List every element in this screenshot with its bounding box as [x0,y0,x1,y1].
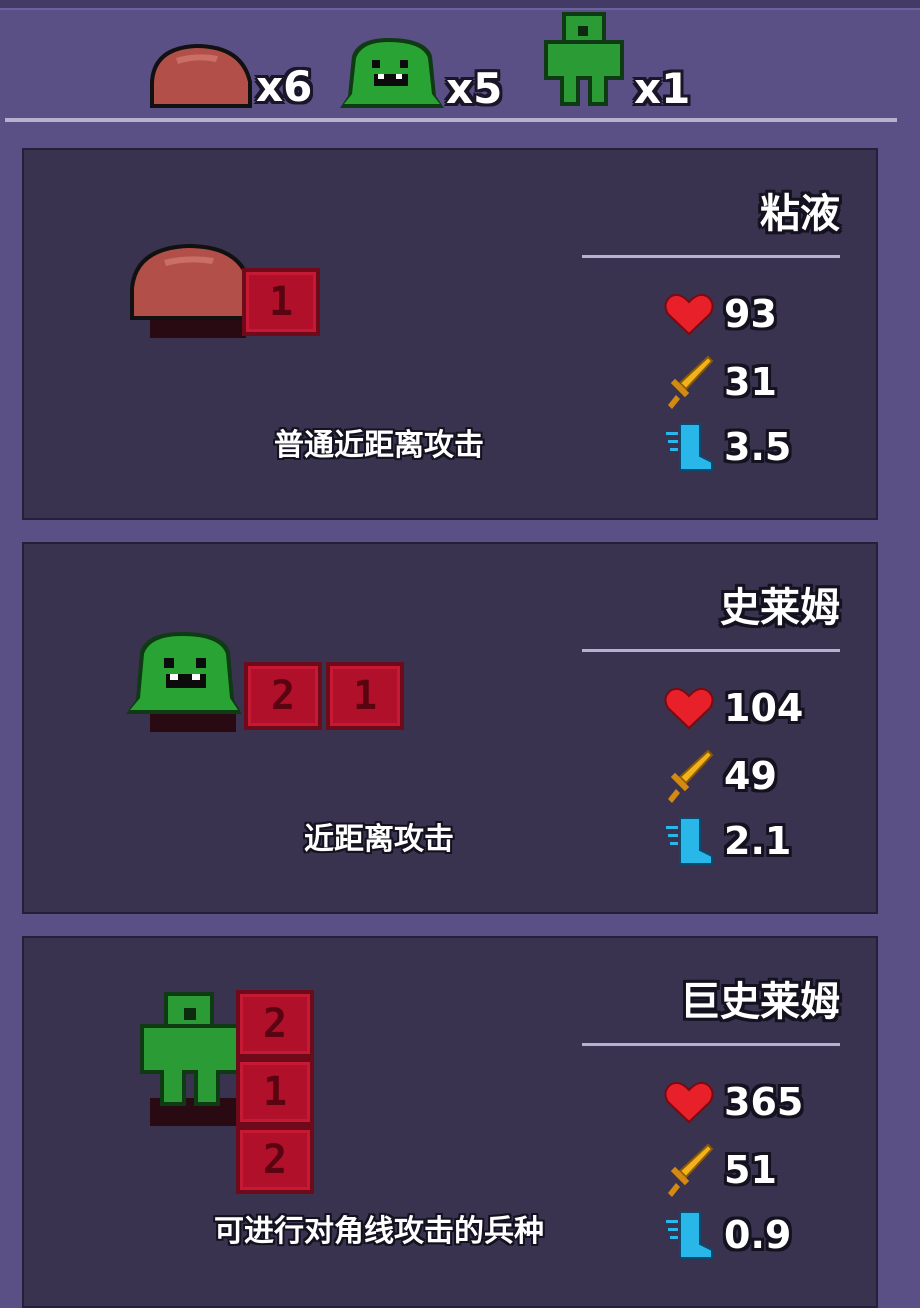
green-slime-icon [126,632,242,714]
red-slime-icon [130,244,252,320]
attack-range-tile: 2 [236,1126,314,1194]
heart-icon [664,687,714,730]
attack-range-tile: 1 [242,268,320,336]
hp-value: 104 [724,686,804,730]
unit-card-green-slime[interactable]: 2 1 史莱姆 104 49 2.1 近距离攻击 [22,542,878,914]
speed-value: 0.9 [724,1213,792,1257]
giant-slime-icon [140,992,240,1106]
speed-value: 2.1 [724,819,792,863]
heart-icon [664,1081,714,1124]
name-divider [582,1043,840,1046]
attack-stat: 49 [664,749,777,803]
red-slime-icon [150,44,252,108]
unit-count-giant-slime: x1 [534,10,690,110]
boot-icon [666,817,713,865]
hp-value: 93 [724,292,777,336]
attack-stat: 31 [664,355,777,409]
green-slime-count: x5 [446,64,503,113]
green-slime-icon [340,38,444,108]
unit-description: 可进行对角线攻击的兵种 [214,1214,544,1249]
boot-icon [666,423,713,471]
attack-range-tile: 1 [326,662,404,730]
unit-count-green-slime: x5 [338,36,502,110]
hp-value: 365 [724,1080,804,1124]
hp-stat: 93 [664,292,777,336]
attack-value: 51 [724,1148,777,1192]
name-divider [582,649,840,652]
giant-slime-icon [544,12,624,106]
hp-stat: 104 [664,686,803,730]
attack-value: 31 [724,360,777,404]
unit-card-giant-slime[interactable]: 2 1 2 巨史莱姆 365 51 0.9 可进行对角线攻击的兵种 [22,936,878,1308]
sword-icon [668,1143,714,1197]
red-slime-count: x6 [256,62,313,111]
name-divider [582,255,840,258]
unit-card-slime[interactable]: 1 粘液 93 31 3.5 普通近距离攻击 [22,148,878,520]
sword-icon [668,355,714,409]
speed-value: 3.5 [724,425,792,469]
unit-description: 普通近距离攻击 [274,428,484,463]
speed-stat: 3.5 [664,422,791,472]
speed-stat: 0.9 [664,1210,791,1260]
unit-name: 史莱姆 [720,585,840,631]
sword-icon [668,749,714,803]
unit-count-bar: x6 x5 x1 [0,10,920,120]
giant-slime-count: x1 [634,64,691,113]
attack-range-tile: 1 [236,1058,314,1126]
unit-name: 粘液 [760,191,840,237]
attack-value: 49 [724,754,777,798]
attack-stat: 51 [664,1143,777,1197]
attack-range-tile: 2 [236,990,314,1058]
header-divider [5,118,897,122]
unit-count-red-slime: x6 [146,42,312,108]
unit-name: 巨史莱姆 [680,979,840,1025]
hp-stat: 365 [664,1080,803,1124]
unit-description: 近距离攻击 [304,822,454,857]
heart-icon [664,293,714,336]
attack-range-tile: 2 [244,662,322,730]
boot-icon [666,1211,713,1259]
speed-stat: 2.1 [664,816,791,866]
top-border [0,0,920,10]
